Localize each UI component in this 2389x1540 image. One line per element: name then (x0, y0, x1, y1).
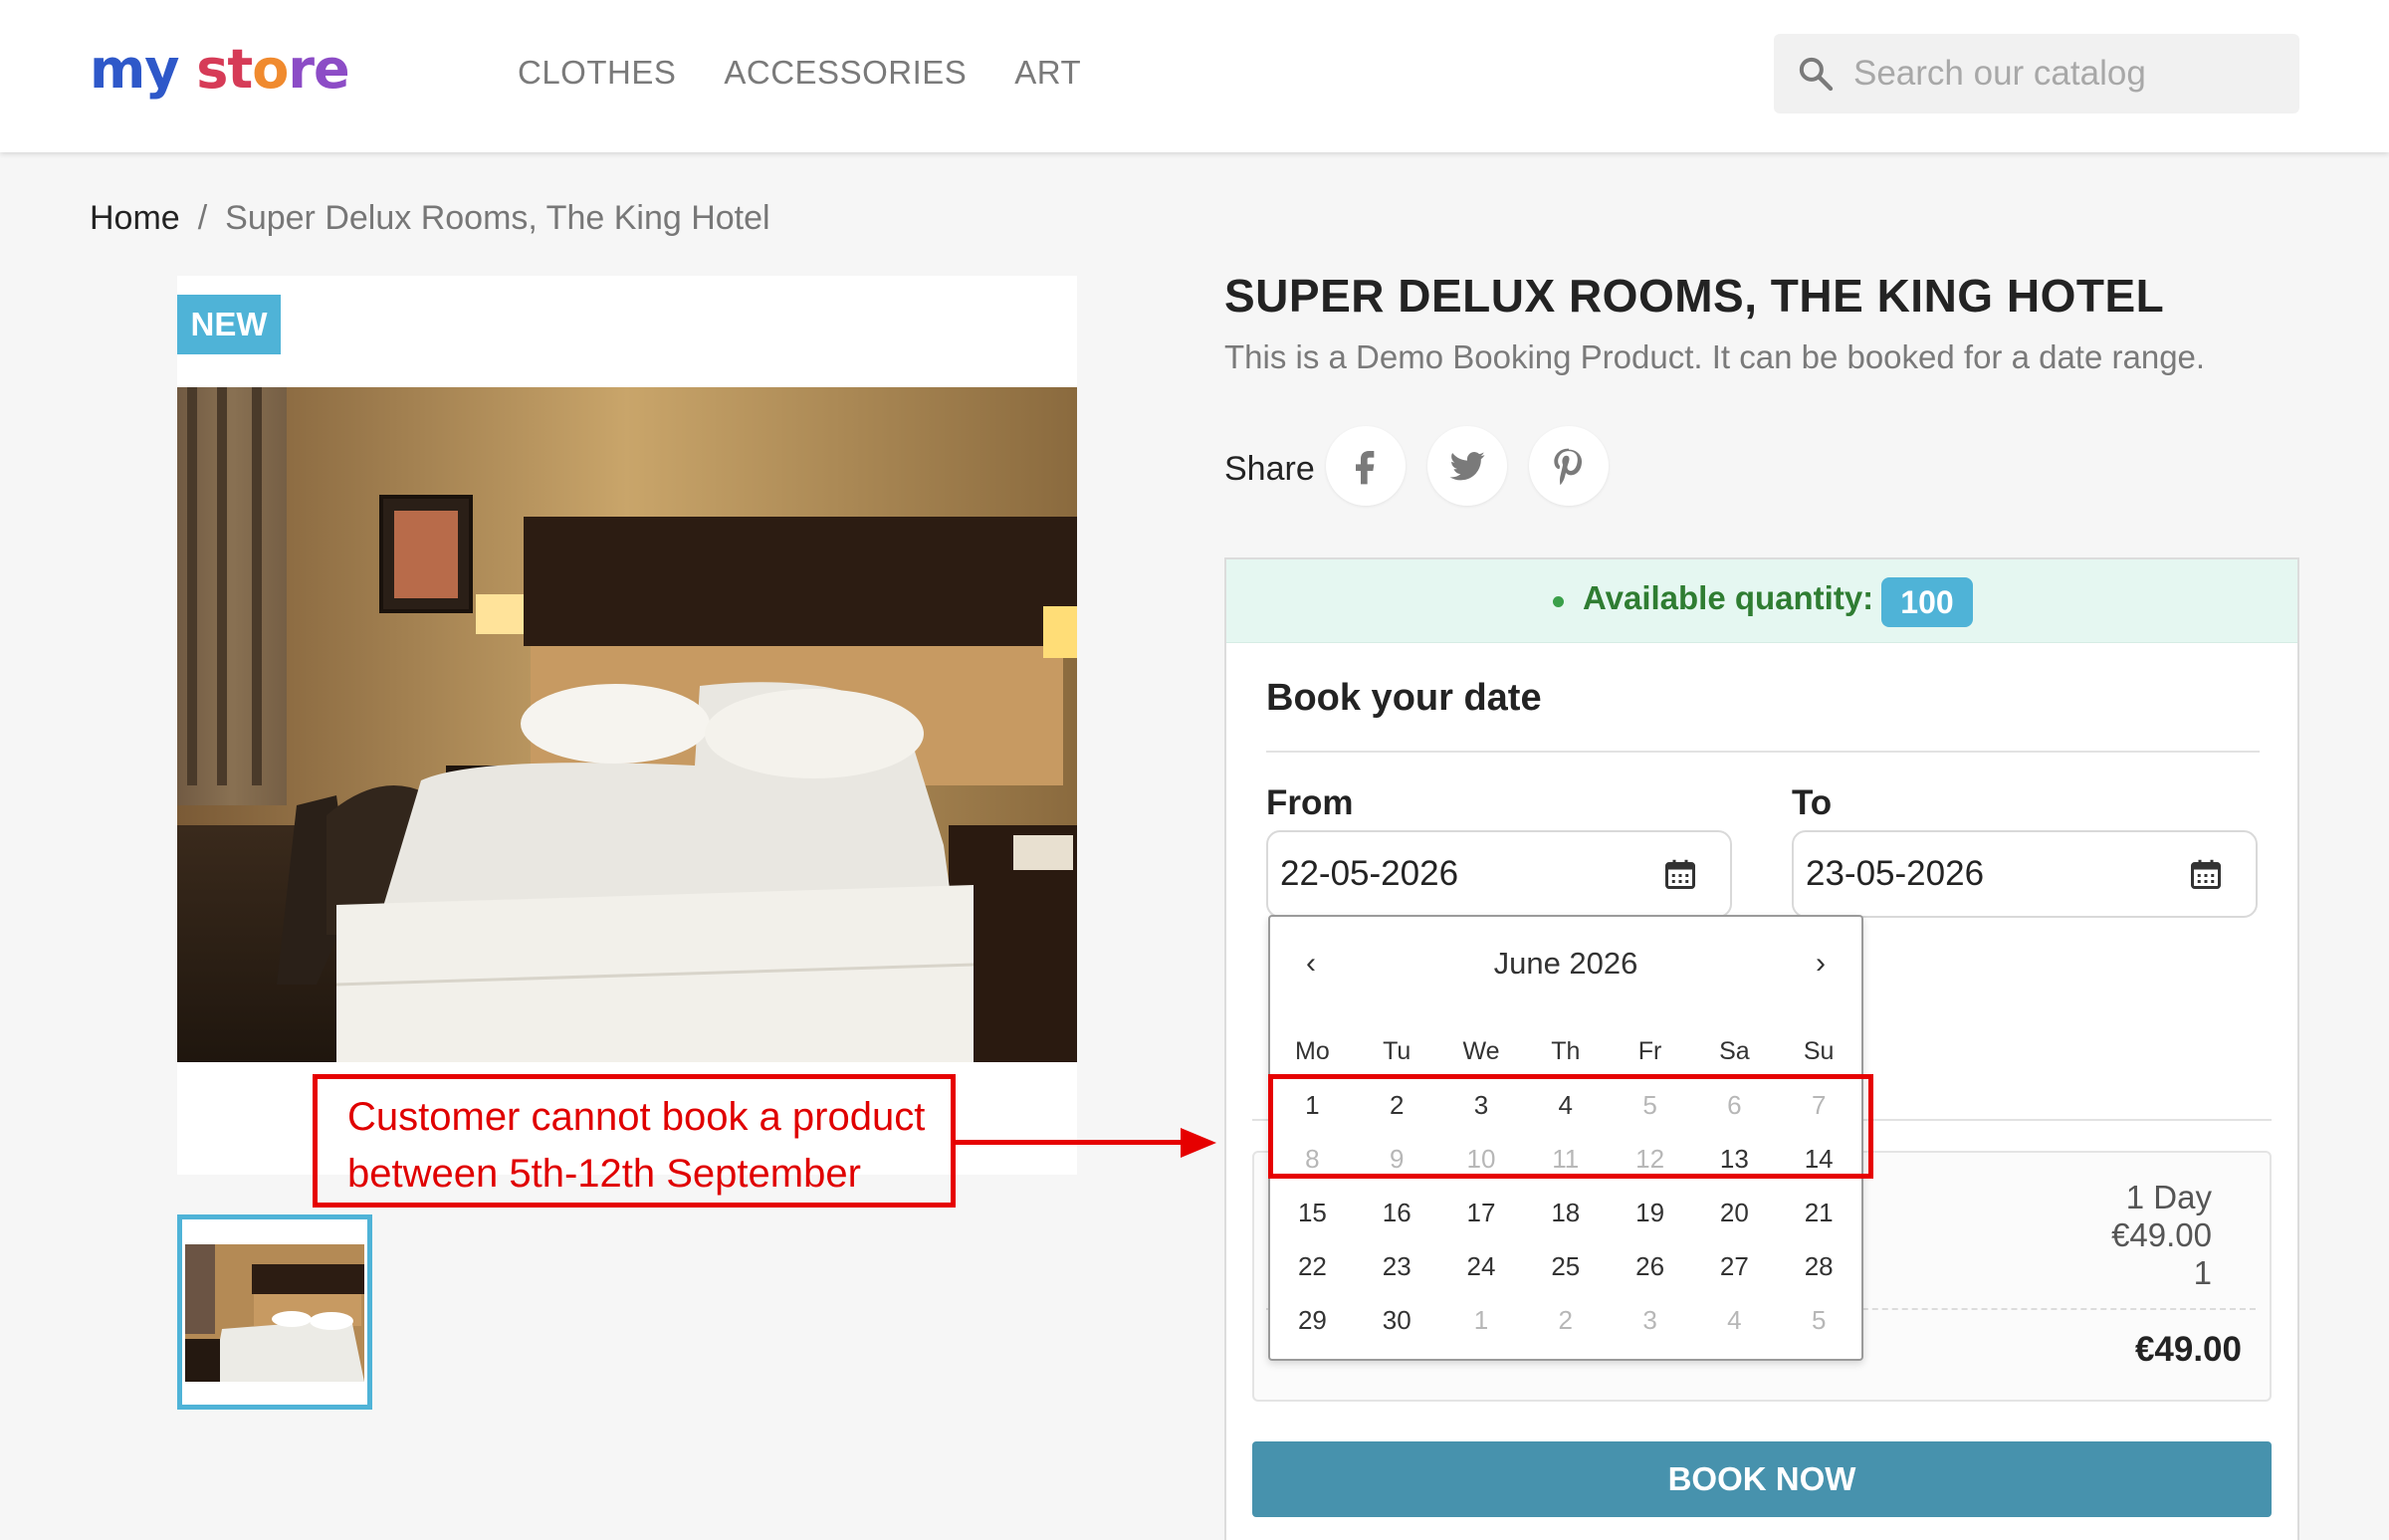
summary-duration: 1 Day (2125, 1179, 2212, 1215)
site-header: my store CLOTHES ACCESSORIES ART (0, 0, 2389, 152)
annotation-arrow-head (1181, 1128, 1216, 1158)
product-description: This is a Demo Booking Product. It can b… (1224, 338, 2206, 375)
to-label: To (1792, 783, 1833, 822)
calendar-day[interactable]: 25 (1523, 1251, 1608, 1282)
breadcrumb-home[interactable]: Home (90, 199, 180, 237)
calendar-day[interactable]: 18 (1523, 1198, 1608, 1228)
facebook-share-button[interactable] (1326, 426, 1406, 506)
calendar-day-disabled: 3 (1642, 1304, 1657, 1335)
nav-item-clothes[interactable]: CLOTHES (518, 54, 676, 92)
pinterest-share-button[interactable] (1529, 426, 1609, 506)
main-nav: CLOTHES ACCESSORIES ART (518, 54, 1081, 92)
logo-text: my (90, 38, 179, 101)
twitter-share-button[interactable] (1427, 426, 1507, 506)
weekday-header-row: Mo Tu We Th Fr Sa Su (1270, 1024, 1861, 1078)
calendar-week-row: 29 30 1 2 3 4 5 (1270, 1293, 1861, 1347)
calendar-day[interactable]: 22 (1270, 1251, 1355, 1282)
annotation-highlight-box (1268, 1074, 1873, 1179)
calendar-icon[interactable] (2188, 856, 2224, 892)
calendar-month-title[interactable]: June 2026 (1270, 946, 1861, 982)
total-value: €49.00 (2134, 1330, 2242, 1369)
calendar-day[interactable]: 24 (1439, 1251, 1524, 1282)
product-title: SUPER DELUX ROOMS, THE KING HOTEL (1224, 270, 2165, 322)
available-quantity-badge: 100 (1881, 577, 1973, 627)
from-date-value: 22-05-2026 (1280, 854, 1459, 893)
annotation-line-1: Customer cannot book a product (347, 1095, 926, 1139)
calendar-day[interactable]: 30 (1355, 1305, 1439, 1336)
calendar-day[interactable]: 23 (1355, 1251, 1439, 1282)
calendar-week-row: 15 16 17 18 19 20 21 (1270, 1186, 1861, 1239)
weekday-label: We (1462, 1036, 1500, 1065)
calendar-day-disabled: 5 (1811, 1304, 1827, 1335)
calendar-day[interactable]: 19 (1608, 1198, 1692, 1228)
from-date-field[interactable]: 22-05-2026 (1266, 830, 1732, 918)
annotation-arrow-line (956, 1140, 1187, 1145)
product-cover-image[interactable] (177, 387, 1077, 1062)
calendar-day-disabled: 4 (1727, 1304, 1742, 1335)
calendar-day[interactable]: 20 (1692, 1198, 1777, 1228)
breadcrumb: Home / Super Delux Rooms, The King Hotel (90, 199, 770, 238)
calendar-day[interactable]: 15 (1270, 1198, 1355, 1228)
calendar-day[interactable]: 21 (1777, 1198, 1861, 1228)
availability-bar: Available quantity: 100 (1226, 559, 2297, 643)
weekday-label: Fr (1637, 1036, 1662, 1065)
to-date-value: 23-05-2026 (1806, 854, 1985, 893)
weekday-label: Sa (1719, 1036, 1750, 1065)
search-input[interactable] (1853, 34, 2281, 113)
logo-text: o (252, 38, 289, 101)
annotation-callout: Customer cannot book a product between 5… (313, 1074, 956, 1208)
calendar-day-disabled: 1 (1473, 1304, 1489, 1335)
logo-text: st (196, 38, 253, 101)
summary-price: €49.00 (2111, 1216, 2212, 1253)
next-month-button[interactable]: › (1806, 947, 1836, 981)
logo-space (178, 38, 196, 101)
twitter-icon (1449, 452, 1485, 481)
search-box (1774, 34, 2299, 113)
calendar-week-row: 22 23 24 25 26 27 28 (1270, 1239, 1861, 1293)
breadcrumb-separator: / (197, 199, 208, 237)
booking-heading: Book your date (1266, 677, 1542, 719)
facebook-icon (1356, 451, 1375, 485)
calendar-day[interactable]: 28 (1777, 1251, 1861, 1282)
weekday-label: Th (1551, 1036, 1581, 1065)
calendar-day[interactable]: 16 (1355, 1198, 1439, 1228)
weekday-label: Mo (1295, 1036, 1330, 1065)
store-logo[interactable]: my store (90, 38, 350, 101)
from-label: From (1266, 783, 1354, 822)
nav-item-accessories[interactable]: ACCESSORIES (724, 54, 967, 92)
product-thumbnail[interactable] (177, 1214, 372, 1410)
breadcrumb-current: Super Delux Rooms, The King Hotel (225, 199, 770, 237)
pinterest-icon (1554, 448, 1583, 485)
annotation-line-2: between 5th-12th September (347, 1152, 861, 1196)
logo-text: re (288, 38, 349, 101)
calendar-day[interactable]: 27 (1692, 1251, 1777, 1282)
new-badge: NEW (177, 295, 281, 354)
search-icon[interactable] (1796, 54, 1836, 94)
available-quantity-label: Available quantity: (1583, 579, 1874, 616)
nav-item-art[interactable]: ART (1014, 54, 1081, 92)
divider (1266, 751, 2260, 753)
availability-dot-icon (1553, 596, 1564, 607)
to-date-field[interactable]: 23-05-2026 (1792, 830, 2258, 918)
summary-quantity: 1 (2193, 1254, 2212, 1291)
share-label: Share (1224, 450, 1315, 488)
weekday-label: Tu (1383, 1036, 1412, 1065)
calendar-day[interactable]: 26 (1608, 1251, 1692, 1282)
calendar-icon[interactable] (1662, 856, 1698, 892)
calendar-day[interactable]: 29 (1270, 1305, 1355, 1336)
weekday-label: Su (1803, 1036, 1835, 1065)
calendar-day-disabled: 2 (1558, 1304, 1574, 1335)
calendar-grid: Mo Tu We Th Fr Sa Su 1 2 3 4 5 6 7 8 9 10 11 12 13 14… (1270, 1024, 1861, 1347)
book-now-button[interactable]: BOOK NOW (1252, 1441, 2272, 1517)
calendar-day[interactable]: 17 (1439, 1198, 1524, 1228)
